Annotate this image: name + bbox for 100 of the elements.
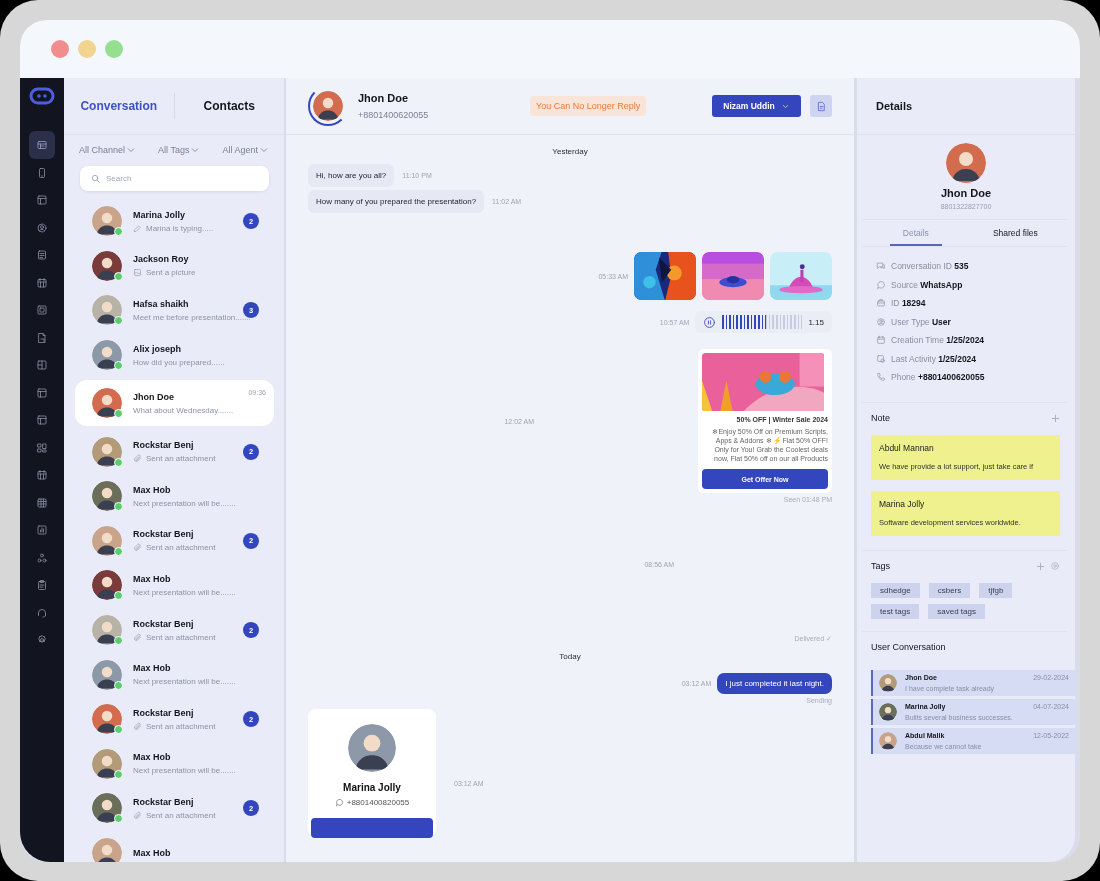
user-icon: [876, 316, 886, 327]
panel-tab[interactable]: Contacts: [174, 99, 284, 113]
contact-name: Max Hob: [133, 573, 172, 584]
briefcase-icon: [876, 298, 886, 308]
settings-icon: [1050, 561, 1060, 571]
message-preview: Next presentation will be.......: [133, 587, 236, 597]
layout-icon: [36, 359, 48, 372]
detail-text: User Type User: [891, 316, 951, 327]
document-icon: [815, 100, 827, 112]
image-icon: [133, 268, 142, 278]
panel-title: Details: [876, 100, 913, 112]
details-tab[interactable]: Shared files: [963, 220, 1067, 246]
section-title: User Conversation: [871, 642, 946, 652]
contact-name: Hafsa shaikh: [133, 299, 190, 309]
avatar: [92, 388, 122, 419]
detail-text: ID 18294: [891, 298, 926, 308]
avatar: [92, 615, 122, 646]
chat-button[interactable]: [311, 818, 433, 839]
contact-name: Rockstar Benj: [133, 796, 195, 807]
headset-icon: [36, 606, 48, 619]
frame-icon: [36, 304, 48, 317]
logo-icon: [29, 86, 55, 106]
activity-icon: [876, 353, 886, 364]
message-preview: Marina is typing.....: [146, 223, 214, 233]
paperclip-icon: [133, 543, 142, 553]
tag[interactable]: sdhedge: [871, 583, 920, 598]
add-icon[interactable]: [1036, 561, 1045, 571]
note-author: Abdul Mannan: [879, 443, 935, 453]
detail-text: Phone +8801400620055: [891, 372, 985, 382]
add-icon[interactable]: [1051, 413, 1060, 423]
pencil-icon: [133, 223, 142, 233]
avatar: [879, 732, 897, 750]
search-field[interactable]: Search: [80, 166, 269, 191]
contact-phone: +8801400820055: [346, 798, 410, 808]
filter-dropdown[interactable]: All Agent: [222, 145, 268, 155]
conversation-item[interactable]: Jackson Roy Sent a picture: [75, 243, 274, 289]
conversation-item[interactable]: Max Hob Next presentation will be.......: [75, 741, 274, 787]
tag[interactable]: test tags: [871, 604, 920, 619]
contact-name: Marina Jolly: [133, 209, 187, 220]
panel-tab[interactable]: Conversation: [64, 99, 174, 113]
nav-button[interactable]: [29, 131, 55, 159]
paperclip-icon: [133, 810, 142, 820]
paperclip-icon: [133, 454, 142, 464]
clipboard-icon: [36, 579, 48, 592]
conversation-item[interactable]: Max Hob Next presentation will be.......: [75, 473, 274, 519]
avatar: [92, 793, 122, 824]
whatsapp-icon: [876, 279, 886, 290]
note-author: Marina Jolly: [879, 499, 926, 509]
conversation-item[interactable]: Max Hob Next presentation will be.......: [75, 652, 274, 697]
avatar: [92, 748, 122, 779]
calendar-icon: [36, 469, 48, 482]
conversation-item[interactable]: Max Hob Next presentation will be.......: [75, 563, 274, 608]
message-preview: How did you prepared......: [133, 357, 225, 367]
avatar: [879, 703, 897, 721]
message-preview: Sent an attachment: [146, 543, 216, 553]
message-preview: Sent an attachment: [146, 810, 216, 820]
chat-icon: [876, 261, 886, 271]
pause-icon: [703, 315, 717, 329]
reply-notice: You Can No Longer Reply: [530, 96, 647, 116]
whatsapp-icon: [334, 798, 344, 808]
avatar: [92, 838, 122, 862]
message-preview: Meet me before presentation.......: [133, 313, 251, 322]
agent-dropdown[interactable]: Nizam Uddin: [712, 95, 801, 117]
avatar: [946, 143, 986, 183]
detail-text: Source WhatsApp: [891, 279, 963, 290]
paperclip-icon: [133, 721, 142, 731]
calendar-icon: [36, 276, 48, 289]
avatar: [92, 340, 122, 371]
filter-dropdown[interactable]: All Tags: [158, 145, 200, 155]
notes-button[interactable]: [810, 95, 832, 117]
tag[interactable]: saved tags: [928, 604, 985, 619]
calendar-icon: [876, 335, 886, 345]
avatar: [92, 481, 122, 512]
caret-icon: [260, 147, 268, 153]
conversation-item[interactable]: Alix joseph How did you prepared......: [75, 332, 274, 378]
paperclip-icon: [133, 632, 142, 642]
filter-dropdown[interactable]: All Channel: [79, 145, 136, 155]
message-preview: What about Wednesday.......: [133, 405, 234, 415]
avatar: [92, 704, 122, 735]
audio-duration: 1.15: [808, 317, 824, 327]
apps-icon: [36, 441, 48, 454]
pause-button[interactable]: [703, 315, 717, 329]
tag[interactable]: csbers: [928, 583, 971, 598]
avatar: [92, 570, 122, 601]
phone-icon: [36, 166, 48, 179]
conversation-item[interactable]: Max Hob: [75, 830, 274, 862]
caret-icon: [191, 147, 200, 153]
tag[interactable]: tjfgb: [979, 583, 1013, 598]
avatar: [92, 250, 122, 281]
table-icon: [36, 496, 48, 509]
section-title: Tags: [871, 561, 890, 571]
avatar: [92, 525, 122, 556]
message-preview: Next presentation will be.......: [133, 766, 236, 776]
message-preview: Sent an attachment: [146, 454, 216, 464]
contact-name: Jhon Doe: [940, 187, 992, 199]
contact-name: Max Hob: [133, 848, 172, 858]
close-button[interactable]: [51, 40, 69, 58]
avatar: [348, 724, 396, 773]
user-icon: [36, 221, 48, 234]
section-title: Note: [871, 413, 890, 423]
